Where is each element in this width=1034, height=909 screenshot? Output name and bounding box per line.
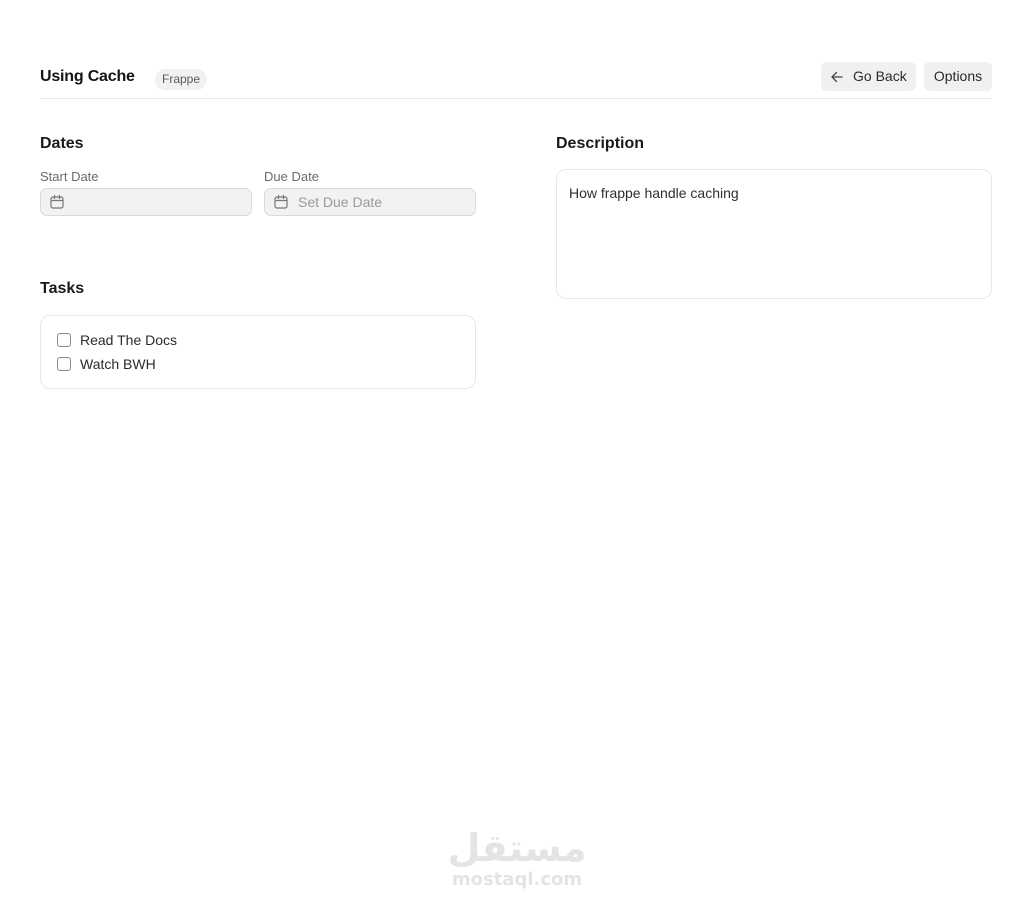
calendar-icon <box>50 194 64 209</box>
go-back-button[interactable]: Go Back <box>821 62 916 91</box>
project-page: Using Cache Frappe Go Back Options Dates… <box>0 0 1034 909</box>
tasks-list: Read The Docs Watch BWH <box>40 315 476 389</box>
description-heading: Description <box>556 135 645 152</box>
task-label: Read The Docs <box>80 332 178 348</box>
due-date-label: Due Date <box>264 169 319 184</box>
options-button[interactable]: Options <box>924 62 992 91</box>
task-label: Watch BWH <box>80 356 156 372</box>
project-tag[interactable]: Frappe <box>155 69 208 90</box>
start-date-input[interactable] <box>40 188 252 216</box>
task-checkbox[interactable] <box>57 333 71 347</box>
tasks-heading: Tasks <box>40 280 85 297</box>
task-item: Read The Docs <box>57 331 177 349</box>
dates-heading: Dates <box>40 135 84 152</box>
arrow-left-icon <box>831 71 843 82</box>
page-header: Using Cache Frappe Go Back Options <box>40 60 992 99</box>
due-date-input[interactable]: Set Due Date <box>264 188 476 216</box>
task-checkbox[interactable] <box>57 357 71 371</box>
page-title: Using Cache <box>40 68 135 85</box>
go-back-label: Go Back <box>853 68 907 84</box>
calendar-icon <box>274 194 288 209</box>
watermark-arabic: مستقل <box>447 826 587 870</box>
due-date-placeholder: Set Due Date <box>298 194 383 210</box>
watermark-latin: mostaql.com <box>451 869 583 890</box>
description-text: How frappe handle caching <box>569 185 739 201</box>
start-date-label: Start Date <box>40 169 99 184</box>
task-item: Watch BWH <box>57 355 156 373</box>
description-textarea[interactable]: How frappe handle caching <box>556 169 992 299</box>
